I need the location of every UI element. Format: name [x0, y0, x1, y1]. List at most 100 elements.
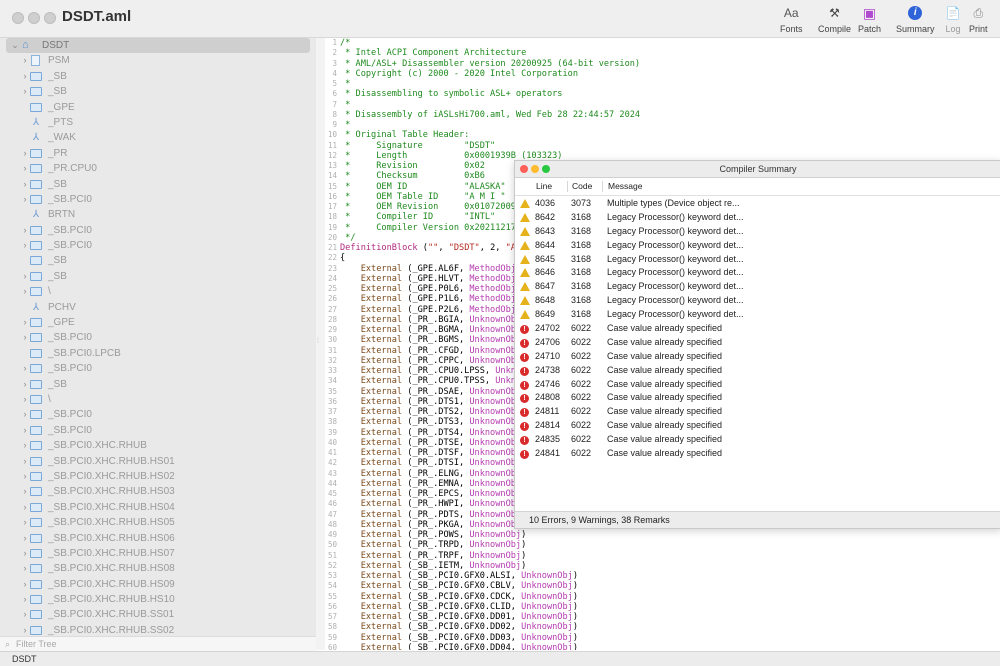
column-code[interactable]: Code: [572, 178, 592, 195]
summary-row[interactable]: ! 24706 6022 Case value already specified: [515, 336, 1000, 350]
chevron-right-icon[interactable]: ›: [20, 577, 30, 592]
summary-row[interactable]: 8649 3168 Legacy Processor() keyword det..…: [515, 308, 1000, 322]
close-window-button[interactable]: [12, 12, 24, 24]
chevron-right-icon[interactable]: ›: [20, 423, 30, 438]
summary-row[interactable]: ! 24710 6022 Case value already specified: [515, 350, 1000, 364]
chevron-right-icon[interactable]: ›: [20, 361, 30, 376]
chevron-right-icon[interactable]: ›: [20, 161, 30, 176]
tree-item[interactable]: ⅄ _WAK: [0, 130, 316, 145]
chevron-right-icon[interactable]: ›: [20, 238, 30, 253]
summary-row[interactable]: ! 24738 6022 Case value already specified: [515, 364, 1000, 378]
tree-item[interactable]: _GPE: [0, 100, 316, 115]
chevron-right-icon[interactable]: ›: [20, 607, 30, 622]
tree-item[interactable]: › _SB: [0, 377, 316, 392]
chevron-right-icon[interactable]: ›: [20, 500, 30, 515]
code-line[interactable]: 5 *: [325, 79, 1000, 89]
summary-row[interactable]: ! 24835 6022 Case value already specified: [515, 433, 1000, 447]
tree-item[interactable]: › _SB.PCI0.XHC.RHUB.HS03: [0, 484, 316, 499]
tree-item[interactable]: ⅄ _PTS: [0, 115, 316, 130]
tree-item[interactable]: ⅄ PCHV: [0, 300, 316, 315]
chevron-right-icon[interactable]: ›: [20, 84, 30, 99]
tree-item[interactable]: › _SB.PCI0.XHC.RHUB.HS08: [0, 561, 316, 576]
code-line[interactable]: 3 * AML/ASL+ Disassembler version 202009…: [325, 59, 1000, 69]
summary-row[interactable]: 8642 3168 Legacy Processor() keyword det..…: [515, 211, 1000, 225]
tree-item[interactable]: › _SB: [0, 177, 316, 192]
chevron-down-icon[interactable]: ⌄: [10, 38, 20, 53]
tree-item[interactable]: › \: [0, 392, 316, 407]
minimize-window-button[interactable]: [28, 12, 40, 24]
zoom-window-button[interactable]: [44, 12, 56, 24]
code-line[interactable]: 59 External (_SB_.PCI0.GFX0.DD03, Unknow…: [325, 633, 1000, 643]
code-line[interactable]: 51 External (_PR_.TRPF, UnknownObj): [325, 551, 1000, 561]
tree-item[interactable]: ⅄ BRTN: [0, 207, 316, 222]
tree-item[interactable]: › _PR.CPU0: [0, 161, 316, 176]
code-line[interactable]: 56 External (_SB_.PCI0.GFX0.CLID, Unknow…: [325, 602, 1000, 612]
chevron-right-icon[interactable]: ›: [20, 192, 30, 207]
summary-row[interactable]: 8644 3168 Legacy Processor() keyword det..…: [515, 239, 1000, 253]
chevron-right-icon[interactable]: ›: [20, 377, 30, 392]
column-message[interactable]: Message: [608, 178, 643, 195]
tree-item[interactable]: › _SB: [0, 84, 316, 99]
tree-item[interactable]: › _GPE: [0, 315, 316, 330]
code-line[interactable]: 53 External (_SB_.PCI0.GFX0.ALSI, Unknow…: [325, 571, 1000, 581]
summary-row[interactable]: 8647 3168 Legacy Processor() keyword det..…: [515, 280, 1000, 294]
chevron-right-icon[interactable]: ›: [20, 284, 30, 299]
code-line[interactable]: 8 * Disassembly of iASLsHi700.aml, Wed F…: [325, 110, 1000, 120]
tree-item[interactable]: › _SB.PCI0: [0, 361, 316, 376]
code-line[interactable]: 55 External (_SB_.PCI0.GFX0.CDCK, Unknow…: [325, 592, 1000, 602]
chevron-right-icon[interactable]: ›: [20, 438, 30, 453]
code-line[interactable]: 49 External (_PR_.POWS, UnknownObj): [325, 530, 1000, 540]
tree-item[interactable]: › _SB.PCI0: [0, 330, 316, 345]
code-line[interactable]: 2 * Intel ACPI Component Architecture: [325, 48, 1000, 58]
chevron-right-icon[interactable]: ›: [20, 146, 30, 161]
chevron-right-icon[interactable]: ›: [20, 454, 30, 469]
tree-item[interactable]: › _SB.PCI0.XHC.RHUB.HS06: [0, 531, 316, 546]
summary-row[interactable]: 8646 3168 Legacy Processor() keyword det..…: [515, 266, 1000, 280]
summary-row[interactable]: 8648 3168 Legacy Processor() keyword det..…: [515, 294, 1000, 308]
code-line[interactable]: 7 *: [325, 100, 1000, 110]
chevron-right-icon[interactable]: ›: [20, 315, 30, 330]
tree-item[interactable]: › _SB.PCI0.XHC.RHUB.HS01: [0, 454, 316, 469]
patch-toolbar-button[interactable]: ▣ Patch: [858, 4, 881, 34]
tree-item[interactable]: › _PR: [0, 146, 316, 161]
summary-row[interactable]: ! 24808 6022 Case value already specified: [515, 391, 1000, 405]
tree-item[interactable]: › _SB.PCI0.XHC.RHUB.SS01: [0, 607, 316, 622]
tree-item[interactable]: › \: [0, 284, 316, 299]
chevron-right-icon[interactable]: ›: [20, 484, 30, 499]
chevron-right-icon[interactable]: ›: [20, 69, 30, 84]
tree-item[interactable]: › _SB.PCI0: [0, 407, 316, 422]
chevron-right-icon[interactable]: ›: [20, 407, 30, 422]
chevron-right-icon[interactable]: ›: [20, 531, 30, 546]
summary-row[interactable]: ! 24811 6022 Case value already specified: [515, 405, 1000, 419]
tree-item[interactable]: › _SB: [0, 269, 316, 284]
chevron-right-icon[interactable]: ›: [20, 53, 30, 68]
tree-item[interactable]: › _SB.PCI0.XHC.RHUB.HS05: [0, 515, 316, 530]
print-toolbar-button[interactable]: ⎙ Print: [969, 4, 988, 34]
code-line[interactable]: 60 External (_SB_.PCI0.GFX0.DD04, Unknow…: [325, 643, 1000, 650]
chevron-right-icon[interactable]: ›: [20, 469, 30, 484]
tree-root[interactable]: ⌄ ⌂ DSDT: [6, 38, 310, 54]
code-line[interactable]: 58 External (_SB_.PCI0.GFX0.DD02, Unknow…: [325, 622, 1000, 632]
chevron-right-icon[interactable]: ›: [20, 177, 30, 192]
panel-zoom-button[interactable]: [542, 165, 550, 173]
compile-toolbar-button[interactable]: ⚒ Compile: [818, 4, 851, 34]
chevron-right-icon[interactable]: ›: [20, 561, 30, 576]
chevron-right-icon[interactable]: ›: [20, 546, 30, 561]
code-line[interactable]: 1/*: [325, 38, 1000, 48]
code-line[interactable]: 11 * Signature "DSDT": [325, 141, 1000, 151]
tree-item[interactable]: › PSM: [0, 53, 316, 68]
summary-row[interactable]: ! 24702 6022 Case value already specified: [515, 322, 1000, 336]
chevron-right-icon[interactable]: ›: [20, 515, 30, 530]
code-line[interactable]: 9 *: [325, 120, 1000, 130]
summary-row[interactable]: ! 24814 6022 Case value already specified: [515, 419, 1000, 433]
tree-item[interactable]: › _SB.PCI0.XHC.RHUB.HS09: [0, 577, 316, 592]
tree-item[interactable]: › _SB: [0, 69, 316, 84]
split-divider[interactable]: ⁞: [316, 38, 325, 650]
tree-item[interactable]: › _SB.PCI0: [0, 238, 316, 253]
code-line[interactable]: 50 External (_PR_.TRPD, UnknownObj): [325, 540, 1000, 550]
code-line[interactable]: 52 External (_SB_.IETM, UnknownObj): [325, 561, 1000, 571]
tree-item[interactable]: › _SB.PCI0: [0, 423, 316, 438]
tree-item[interactable]: › _SB.PCI0: [0, 192, 316, 207]
chevron-right-icon[interactable]: ›: [20, 392, 30, 407]
chevron-right-icon[interactable]: ›: [20, 592, 30, 607]
